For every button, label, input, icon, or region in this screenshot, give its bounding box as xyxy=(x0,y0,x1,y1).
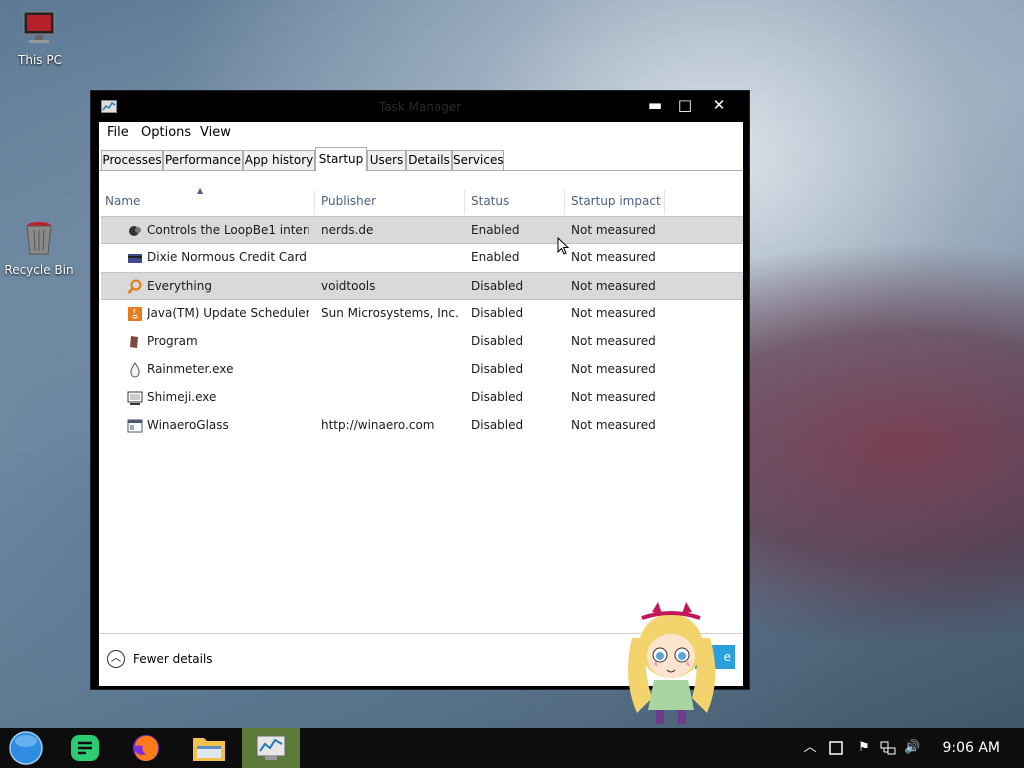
shimeji-icon xyxy=(127,391,143,405)
taskbar-app-task-manager[interactable] xyxy=(242,728,300,768)
table-row[interactable]: Controls the LoopBe1 intern... nerds.de … xyxy=(101,216,743,244)
tab-performance[interactable]: Performance xyxy=(163,150,243,170)
desktop-icon-label: This PC xyxy=(18,53,62,67)
row-publisher: http://winaero.com xyxy=(321,418,435,432)
row-impact: Not measured xyxy=(571,279,656,293)
row-status: Disabled xyxy=(471,279,524,293)
droplet-icon xyxy=(130,362,140,378)
row-name: Everything xyxy=(147,279,212,293)
chevron-up-icon: ︿ xyxy=(107,650,125,668)
row-impact: Not measured xyxy=(571,250,656,264)
table-row[interactable]: Everything voidtools Disabled Not measur… xyxy=(101,272,743,300)
table-row[interactable]: Program Disabled Not measured xyxy=(101,328,743,356)
table-row[interactable]: WinaeroGlass http://winaero.com Disabled… xyxy=(101,412,743,440)
tray-window-icon[interactable] xyxy=(828,740,844,756)
menu-file[interactable]: File xyxy=(107,125,129,140)
row-status: Disabled xyxy=(471,306,524,320)
row-name: WinaeroGlass xyxy=(147,418,229,432)
row-impact: Not measured xyxy=(571,418,656,432)
desktop-icon-recycle-bin[interactable]: Recycle Bin xyxy=(4,218,74,277)
taskbar-clock[interactable]: 9:06 AM xyxy=(942,740,1000,756)
row-status: Disabled xyxy=(471,334,524,348)
tray-flag-icon[interactable]: ⚑ xyxy=(856,740,872,756)
taskbar-app-notes[interactable] xyxy=(56,728,114,768)
row-name: Program xyxy=(147,334,198,348)
monitor-icon xyxy=(23,11,55,43)
column-header-row: Name Publisher Status Startup impact xyxy=(99,190,743,214)
desktop-icon-label: Recycle Bin xyxy=(4,263,74,277)
table-row[interactable]: Dixie Normous Credit Card S... Enabled N… xyxy=(101,244,743,272)
recycle-bin-icon xyxy=(26,222,52,255)
tab-app-history[interactable]: App history xyxy=(243,150,315,170)
menu-view[interactable]: View xyxy=(200,125,231,140)
row-name: Java(TM) Update Scheduler xyxy=(147,306,309,320)
row-status: Enabled xyxy=(471,250,520,264)
program-icon xyxy=(130,336,138,348)
start-button[interactable] xyxy=(0,728,58,768)
row-publisher: Sun Microsystems, Inc. xyxy=(321,306,459,320)
taskbar-app-file-explorer[interactable] xyxy=(180,728,238,768)
row-publisher: nerds.de xyxy=(321,223,374,237)
firefox-icon xyxy=(133,735,159,761)
row-impact: Not measured xyxy=(571,390,656,404)
taskbar: ︿ ⚑ 🔊 9:06 AM xyxy=(0,728,1024,768)
row-impact: Not measured xyxy=(571,334,656,348)
column-header-publisher[interactable]: Publisher xyxy=(315,190,465,214)
fewer-details-label: Fewer details xyxy=(133,652,213,666)
row-impact: Not measured xyxy=(571,223,656,237)
table-row[interactable]: Shimeji.exe Disabled Not measured xyxy=(101,384,743,412)
desktop-icon-this-pc[interactable]: This PC xyxy=(5,8,75,67)
tab-users[interactable]: Users xyxy=(367,150,406,170)
tray-speaker-icon[interactable]: 🔊 xyxy=(904,740,920,756)
window-icon xyxy=(127,419,143,433)
notes-app-icon xyxy=(71,735,99,761)
column-header-name[interactable]: Name xyxy=(99,190,315,214)
row-name: Shimeji.exe xyxy=(147,390,217,404)
mouse-cursor-icon xyxy=(557,237,569,255)
menu-bar: File Options View xyxy=(99,122,743,146)
credit-card-icon xyxy=(128,254,142,263)
row-publisher: voidtools xyxy=(321,279,376,293)
row-status: Disabled xyxy=(471,418,524,432)
tray-chevron-up-icon[interactable]: ︿ xyxy=(802,740,818,756)
tab-divider xyxy=(99,170,743,171)
taskbar-app-firefox[interactable] xyxy=(118,728,176,768)
task-manager-icon xyxy=(256,735,286,760)
tab-processes[interactable]: Processes xyxy=(101,150,163,170)
row-impact: Not measured xyxy=(571,362,656,376)
tab-services[interactable]: Services xyxy=(452,150,504,170)
column-header-status[interactable]: Status xyxy=(465,190,565,214)
row-name: Controls the LoopBe1 intern... xyxy=(147,223,309,237)
shimeji-mascot[interactable] xyxy=(612,598,730,728)
title-bar[interactable]: Task Manager ▬ □ ✕ xyxy=(91,91,749,121)
maximize-button[interactable]: □ xyxy=(669,93,701,117)
row-status: Enabled xyxy=(471,223,520,237)
menu-options[interactable]: Options xyxy=(141,125,191,140)
tray-network-icon[interactable] xyxy=(880,740,896,756)
start-orb-icon xyxy=(9,731,43,765)
magnifier-icon xyxy=(127,279,142,294)
row-status: Disabled xyxy=(471,362,524,376)
row-name: Dixie Normous Credit Card S... xyxy=(147,250,309,264)
row-name: Rainmeter.exe xyxy=(147,362,234,376)
column-header-startup-impact[interactable]: Startup impact xyxy=(565,190,665,214)
table-row[interactable]: Java(TM) Update Scheduler Sun Microsyste… xyxy=(101,300,743,328)
java-icon xyxy=(128,307,142,321)
file-explorer-icon xyxy=(193,738,225,761)
row-status: Disabled xyxy=(471,390,524,404)
minimize-button[interactable]: ▬ xyxy=(639,93,671,117)
close-button[interactable]: ✕ xyxy=(703,93,735,117)
row-impact: Not measured xyxy=(571,306,656,320)
table-row[interactable]: Rainmeter.exe Disabled Not measured xyxy=(101,356,743,384)
tab-details[interactable]: Details xyxy=(406,150,452,170)
tab-startup[interactable]: Startup xyxy=(315,147,367,171)
loopbe-icon xyxy=(129,226,141,236)
